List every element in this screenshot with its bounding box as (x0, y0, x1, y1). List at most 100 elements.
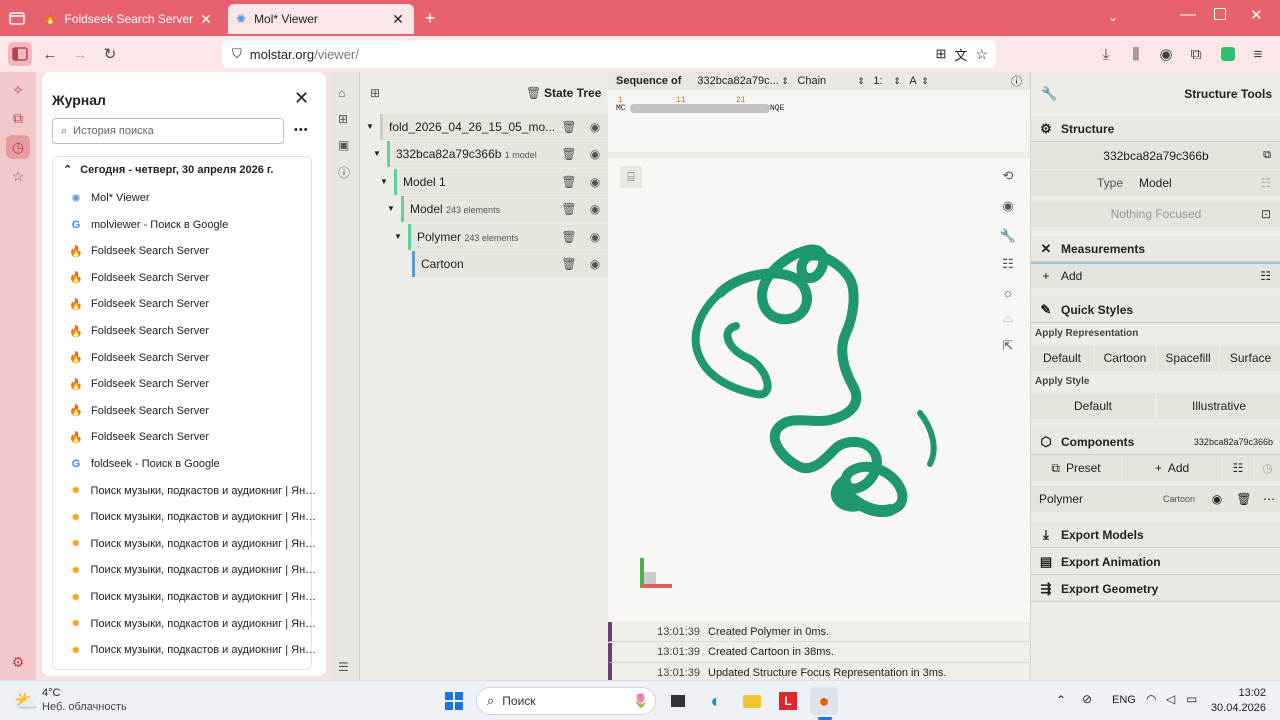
preset-button[interactable]: ⧉ Preset (1031, 455, 1121, 481)
measurements-section-header[interactable]: ✕ Measurements (1031, 236, 1280, 262)
edge-icon[interactable]: ◐ (702, 687, 730, 715)
eye-icon[interactable]: ◉ (582, 141, 608, 167)
collapse-arrow-icon[interactable]: ▼ (366, 122, 374, 131)
history-search-input[interactable]: ⌕ История поиска (52, 118, 284, 144)
close-window-icon[interactable]: ✕ (1250, 6, 1263, 24)
settings-icon[interactable]: ⚙ (6, 650, 30, 674)
state-tree-node[interactable]: Cartoon 🗑 ◉ (412, 251, 608, 277)
state-tree-node[interactable]: Model 243 elements 🗑 ◉ (401, 196, 608, 223)
collapse-arrow-icon[interactable]: ▼ (394, 232, 402, 241)
chain-select[interactable]: Chain (797, 75, 857, 87)
history-item[interactable]: 🔥 Foldseek Search Server (69, 238, 319, 264)
home-icon[interactable]: ⌂ (338, 86, 345, 100)
history-item[interactable]: ✹ Поиск музыки, подкастов и аудиокниг | Я… (69, 557, 319, 583)
windows-start-icon[interactable] (440, 687, 468, 715)
trash-icon[interactable]: 🗑 (1231, 492, 1257, 506)
history-item[interactable]: ✺ Mol* Viewer (69, 185, 319, 211)
history-item[interactable]: 🔥 Foldseek Search Server (69, 398, 319, 424)
sliders-icon[interactable]: ☷ (1260, 269, 1271, 283)
history-item[interactable]: 🔥 Foldseek Search Server (69, 265, 319, 291)
eye-icon[interactable]: ◉ (582, 169, 608, 195)
chevron-down-icon[interactable]: ⌄ (1108, 10, 1118, 24)
volume-icon[interactable]: ◁ (1166, 692, 1175, 706)
selection-mode-icon[interactable]: ⇱ (996, 334, 1020, 358)
firefox-icon[interactable]: ● (810, 687, 838, 715)
save-page-icon[interactable]: ⊞ (936, 46, 947, 62)
trash-icon[interactable]: 🗑 (556, 141, 582, 167)
help-icon[interactable]: ⓘ (1011, 73, 1022, 89)
component-polymer-row[interactable]: Polymer Cartoon ◉ 🗑 ⋯ (1031, 486, 1280, 512)
export-animation-header[interactable]: ▤ Export Animation (1031, 549, 1280, 575)
trash-icon[interactable]: 🗑 (556, 251, 582, 277)
new-tab-button[interactable]: + (420, 8, 440, 28)
export-geometry-header[interactable]: ⇶ Export Geometry (1031, 576, 1280, 602)
repr-surface-button[interactable]: Surface (1220, 345, 1280, 371)
trash-icon[interactable]: 🗑 (556, 196, 582, 222)
measurements-add-row[interactable]: + Add ☷ (1031, 262, 1280, 288)
state-tree-node[interactable]: 332bca82a79c366b 1 model 🗑 ◉ (387, 141, 608, 168)
eye-icon[interactable]: ◉ (1203, 492, 1231, 506)
clock-time[interactable]: 13:02 (1206, 687, 1266, 699)
sequence-start[interactable]: MC (616, 104, 626, 113)
task-view-icon[interactable] (664, 687, 692, 715)
screenshot-icon[interactable]: ◉ (996, 194, 1020, 218)
translate-icon[interactable]: 文 (954, 45, 967, 64)
eye-icon[interactable]: ◉ (582, 196, 608, 222)
history-item[interactable]: Gmolviewer - Поиск в Google (69, 212, 319, 238)
trash-icon[interactable]: 🗑 (556, 114, 582, 140)
focus-row[interactable]: Nothing Focused ⊡ (1031, 201, 1280, 227)
sidebar-toggle-icon[interactable] (8, 42, 32, 66)
tools-wrench-icon[interactable]: 🔧 (996, 224, 1020, 248)
history-item[interactable]: 🔥 Foldseek Search Server (69, 371, 319, 397)
history-item[interactable]: ✹ Поиск музыки, подкастов и аудиокниг | Я… (69, 611, 319, 637)
language-indicator[interactable]: ENG (1112, 694, 1136, 706)
eye-icon[interactable]: ◉ (582, 251, 608, 277)
history-item[interactable]: ✹ Поиск музыки, подкастов и аудиокниг | Я… (69, 584, 319, 610)
library-icon[interactable]: ⫼ (1124, 42, 1148, 66)
reload-icon[interactable]: ↻ (98, 42, 122, 66)
history-item[interactable]: 🔥 Foldseek Search Server (69, 291, 319, 317)
settings-sliders-icon[interactable]: ☰ (338, 660, 349, 674)
history-icon[interactable]: ◷ (6, 135, 30, 159)
quick-styles-section-header[interactable]: ✎ Quick Styles (1031, 297, 1280, 323)
bookmark-star-icon[interactable]: ☆ (975, 46, 988, 63)
state-tree-node[interactable]: Model 1 🗑 ◉ (394, 168, 608, 195)
clock-date[interactable]: 30.04.2026 (1206, 702, 1266, 714)
file-explorer-icon[interactable] (738, 687, 766, 715)
trash-icon[interactable]: 🗑 (556, 169, 582, 195)
weather-icon[interactable]: ⛅ (14, 689, 39, 714)
extensions-icon[interactable]: ⧉ (1184, 42, 1208, 66)
lighting-icon[interactable]: ☼ (996, 280, 1020, 304)
battery-icon[interactable]: ▭ (1186, 692, 1197, 706)
sequence-end[interactable]: NQE (770, 104, 784, 113)
entity-select[interactable]: 332bca82a79c... (697, 75, 781, 87)
tab-foldseek[interactable]: 🔥 Foldseek Search Server ✕ (36, 4, 222, 34)
sliders-icon[interactable]: ☷ (1223, 455, 1253, 481)
history-item[interactable]: ✹ Поиск музыки, подкастов и аудиокниг | Я… (69, 531, 319, 557)
history-group-header[interactable]: ⌃ Сегодня - четверг, 30 апреля 2026 г. (63, 163, 273, 177)
reset-camera-icon[interactable]: ⟲ (996, 164, 1020, 188)
export-models-header[interactable]: ⤓ Export Models (1031, 522, 1280, 548)
minimize-icon[interactable]: — (1180, 6, 1196, 24)
wifi-icon[interactable]: ◠ (1146, 692, 1156, 706)
back-icon[interactable]: ← (38, 42, 62, 66)
history-item[interactable]: Gfoldseek - Поиск в Google (69, 451, 319, 477)
eye-icon[interactable]: ◉ (582, 224, 608, 250)
site-info-icon[interactable]: ⛉ (232, 46, 242, 62)
style-illustrative-button[interactable]: Illustrative (1157, 393, 1280, 419)
history-item[interactable]: ✹ Поиск музыки, подкастов и аудиокниг | Я… (69, 504, 319, 530)
account-icon[interactable]: ◉ (1154, 42, 1178, 66)
eye-icon[interactable]: ◉ (582, 114, 608, 140)
repr-spacefill-button[interactable]: Spacefill (1157, 345, 1219, 371)
ai-chat-icon[interactable]: ✧ (6, 78, 30, 102)
style-default-button[interactable]: Default (1031, 393, 1155, 419)
trash-icon[interactable]: 🗑 (526, 86, 541, 100)
more-icon[interactable]: ⋯ (1257, 492, 1280, 506)
viewport-settings-icon[interactable]: ☷ (996, 252, 1020, 276)
close-tab-icon[interactable]: ✕ (390, 11, 406, 28)
state-tree-node[interactable]: fold_2026_04_26_15_05_mo... 🗑 ◉ (380, 114, 608, 140)
focus-target-icon[interactable]: ⊡ (1261, 207, 1271, 221)
maximize-icon[interactable] (1214, 8, 1226, 20)
history-item[interactable]: 🔥 Foldseek Search Server (69, 424, 319, 450)
chain-number-select[interactable]: 1: (873, 75, 893, 87)
